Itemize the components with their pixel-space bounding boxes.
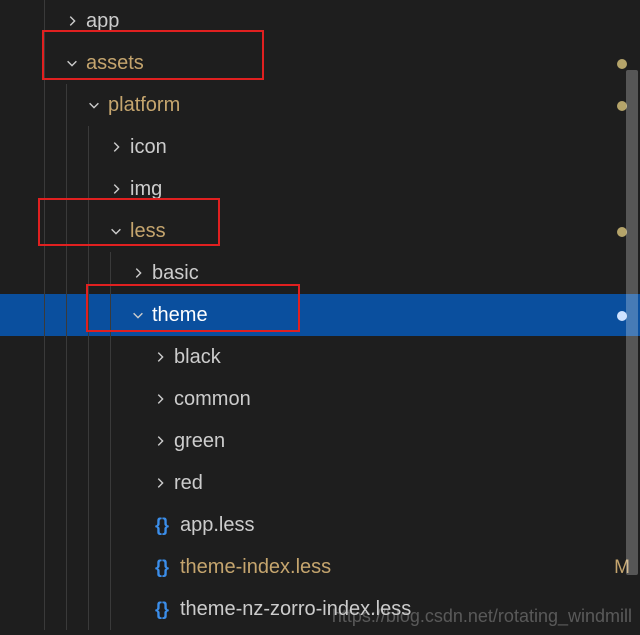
scrollbar[interactable] <box>626 70 638 575</box>
chevron-right-icon[interactable] <box>64 13 80 29</box>
chevron-right-icon[interactable] <box>152 349 168 365</box>
tree-folder[interactable]: red <box>0 462 640 504</box>
tree-folder[interactable]: less <box>0 210 640 252</box>
chevron-down-icon[interactable] <box>86 97 102 113</box>
tree-item-label: green <box>174 430 604 453</box>
chevron-down-icon[interactable] <box>64 55 80 71</box>
chevron-right-icon[interactable] <box>130 265 146 281</box>
tree-item-label: img <box>130 178 604 201</box>
chevron-right-icon[interactable] <box>152 433 168 449</box>
tree-item-label: red <box>174 472 604 495</box>
chevron-right-icon[interactable] <box>152 391 168 407</box>
less-file-icon: {} <box>152 557 172 577</box>
tree-file[interactable]: {} theme-nz-zorro-index.less <box>0 588 640 630</box>
file-explorer-tree: app assets platform icon img less basic theme bl… <box>0 0 640 630</box>
tree-item-label: app <box>86 10 604 33</box>
tree-folder[interactable]: app <box>0 0 640 42</box>
chevron-right-icon[interactable] <box>108 181 124 197</box>
tree-folder[interactable]: platform <box>0 84 640 126</box>
less-file-icon: {} <box>152 599 172 619</box>
tree-item-label: theme <box>152 304 604 327</box>
tree-folder[interactable]: basic <box>0 252 640 294</box>
chevron-down-icon[interactable] <box>108 223 124 239</box>
tree-folder[interactable]: common <box>0 378 640 420</box>
tree-item-label: assets <box>86 52 604 75</box>
tree-folder[interactable]: icon <box>0 126 640 168</box>
tree-folder[interactable]: green <box>0 420 640 462</box>
tree-folder[interactable]: theme <box>0 294 640 336</box>
chevron-right-icon[interactable] <box>152 475 168 491</box>
tree-item-label: app.less <box>180 514 604 537</box>
tree-item-label: basic <box>152 262 604 285</box>
tree-item-label: common <box>174 388 604 411</box>
tree-item-label: theme-nz-zorro-index.less <box>180 598 604 621</box>
tree-item-label: less <box>130 220 604 243</box>
tree-folder[interactable]: img <box>0 168 640 210</box>
tree-item-label: platform <box>108 94 604 117</box>
chevron-down-icon[interactable] <box>130 307 146 323</box>
tree-file[interactable]: {}theme-index.lessM <box>0 546 640 588</box>
tree-folder[interactable]: black <box>0 336 640 378</box>
less-file-icon: {} <box>152 515 172 535</box>
tree-item-label: icon <box>130 136 604 159</box>
tree-item-label: black <box>174 346 604 369</box>
tree-item-label: theme-index.less <box>180 556 604 579</box>
tree-folder[interactable]: assets <box>0 42 640 84</box>
chevron-right-icon[interactable] <box>108 139 124 155</box>
tree-file[interactable]: {} app.less <box>0 504 640 546</box>
